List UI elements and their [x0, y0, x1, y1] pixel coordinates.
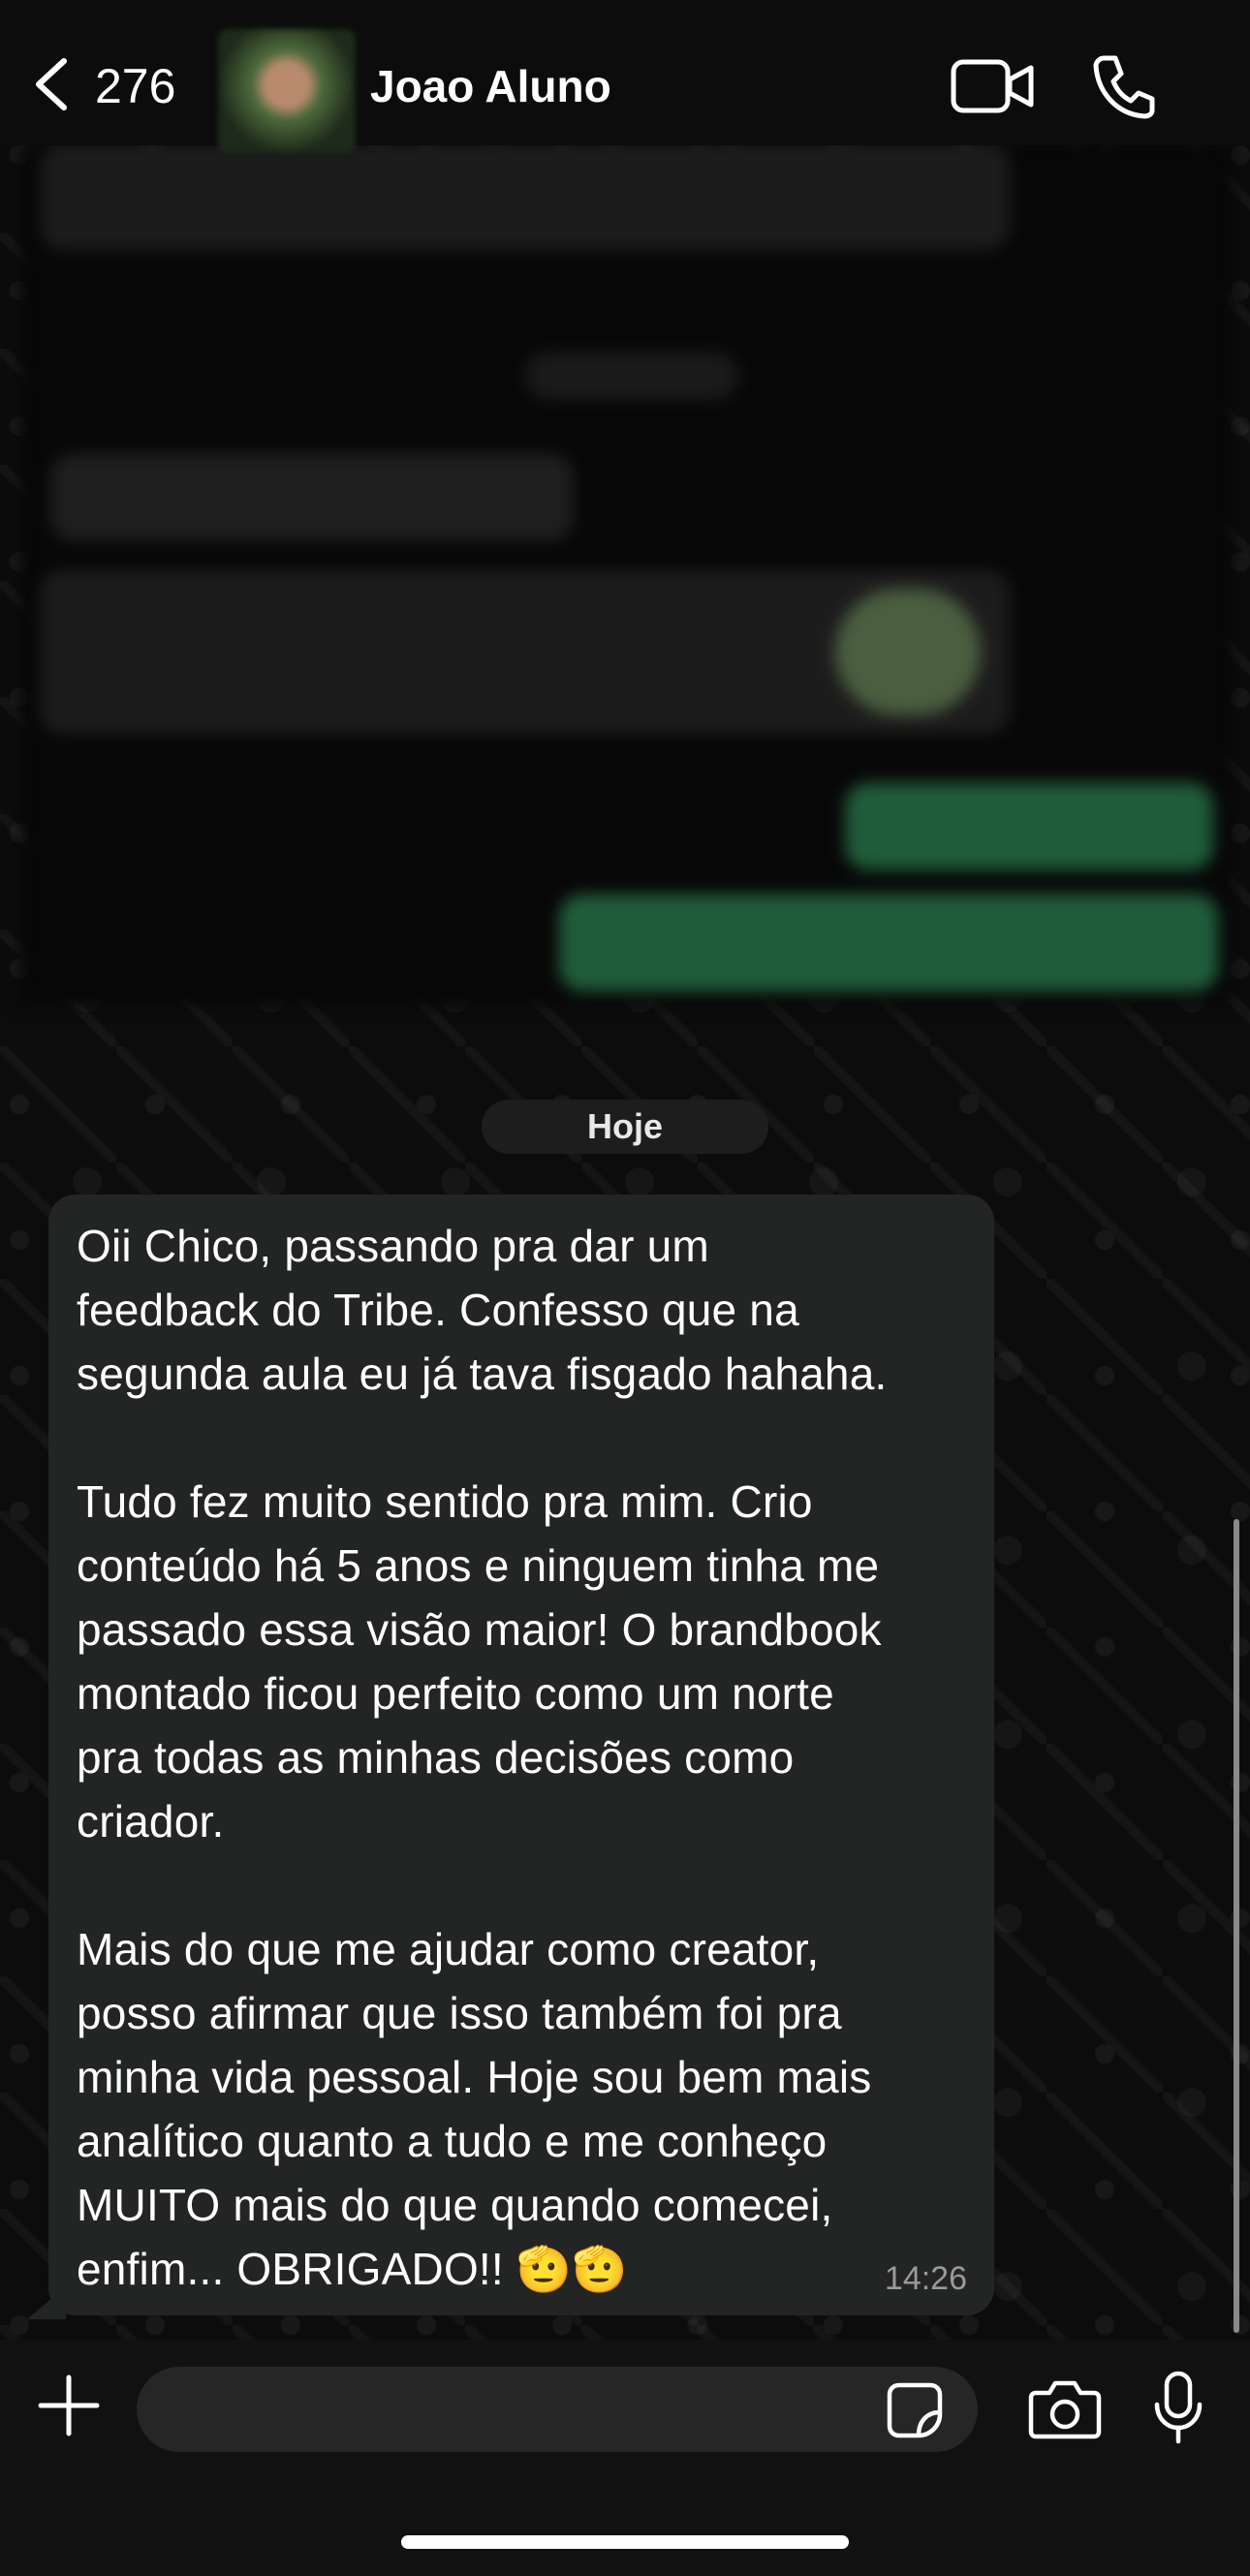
home-indicator[interactable] [401, 2535, 849, 2549]
blurred-history [21, 143, 1233, 1006]
sticker-button[interactable] [886, 2381, 944, 2439]
contact-name[interactable]: Joao Aluno [370, 60, 611, 112]
message-paragraph: Oii Chico, passando pra dar um feedback … [77, 1221, 888, 1399]
scrollbar[interactable] [1234, 1519, 1239, 2333]
phone-icon [1090, 55, 1158, 124]
voice-call-button[interactable] [1090, 52, 1158, 120]
microphone-icon [1151, 2371, 1205, 2451]
chevron-left-icon [31, 55, 74, 118]
message-input-container[interactable] [137, 2367, 978, 2454]
chat-header: 276 Joao Aluno [0, 0, 1250, 153]
message-paragraph: Mais do que me ajudar como creator, poss… [77, 1924, 872, 2294]
avatar[interactable] [218, 29, 356, 153]
video-camera-icon [950, 59, 1037, 124]
plus-icon [37, 2374, 101, 2441]
sticker-icon [886, 2382, 944, 2443]
unread-count: 276 [95, 59, 176, 113]
message-bubble[interactable]: Oii Chico, passando pra dar um feedback … [48, 1195, 994, 2315]
message-timestamp: 14:26 [884, 2260, 967, 2297]
message-paragraph: Tudo fez muito sentido pra mim. Crio con… [77, 1476, 882, 1847]
message-input[interactable] [166, 2367, 906, 2454]
date-separator: Hoje [482, 1100, 768, 1154]
attach-button[interactable] [37, 2374, 101, 2437]
microphone-button[interactable] [1151, 2370, 1205, 2447]
camera-icon [1028, 2380, 1102, 2445]
video-call-button[interactable] [950, 52, 1037, 120]
back-button[interactable]: 276 [31, 52, 175, 120]
camera-button[interactable] [1028, 2375, 1102, 2441]
